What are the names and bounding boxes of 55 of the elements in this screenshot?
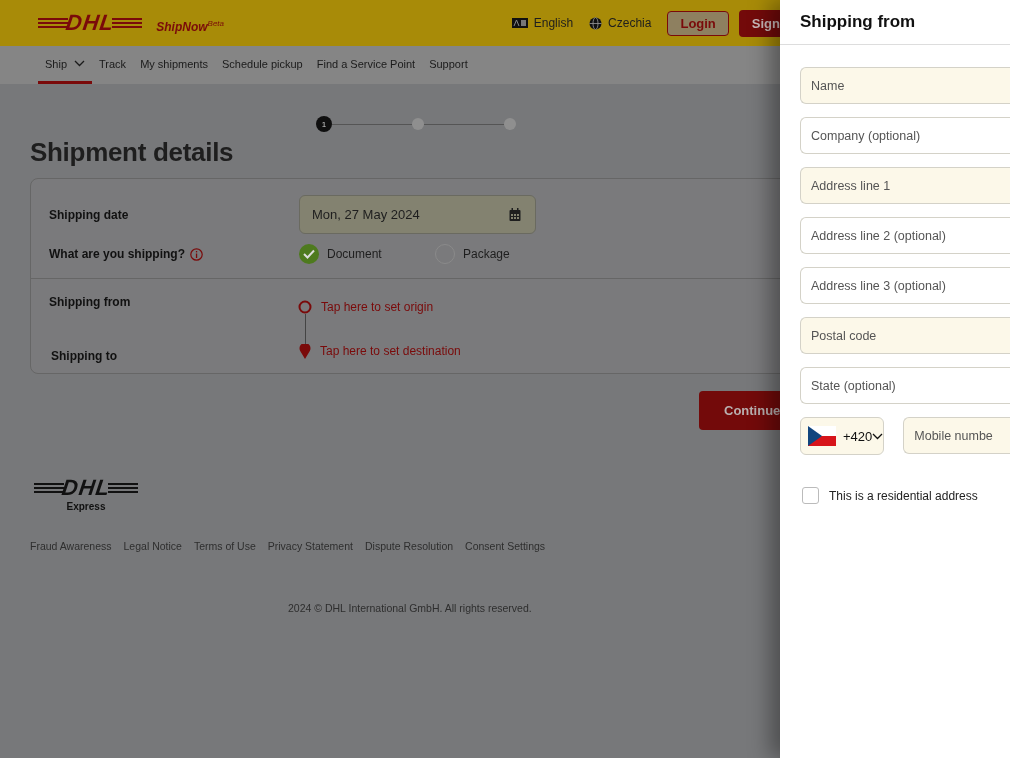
footer-link[interactable]: Legal Notice [123, 540, 182, 552]
info-icon [190, 247, 203, 261]
input-field[interactable]: Company (optional) [800, 117, 1010, 154]
sign-up-button[interactable]: Sign [738, 9, 780, 37]
field-label: What are you shipping? [49, 247, 185, 261]
phone-field[interactable]: Mobile numbe [903, 417, 1010, 454]
product-name: ShipNow$^{Beta}$ [156, 18, 224, 34]
field-label: Shipping from [49, 295, 132, 309]
step-marker: 1 [316, 116, 332, 132]
chevron-down-icon [872, 432, 884, 440]
radio-checked-icon[interactable] [299, 244, 319, 264]
nav-tab[interactable]: Find a Service Point [309, 46, 423, 84]
language-link[interactable]: English [533, 16, 574, 30]
continue-button[interactable]: Continue [699, 391, 780, 430]
footer-link[interactable]: Consent Settings [465, 540, 546, 552]
dhl-logo: DHL [33, 475, 139, 501]
destination-link[interactable]: Tap here to set destination [320, 344, 461, 358]
login-button[interactable]: Login [667, 10, 729, 36]
dhl-logo: DHL [38, 10, 143, 36]
field-label: Shipping date [49, 207, 130, 222]
nav-tab[interactable]: Support [422, 46, 475, 84]
input-field[interactable]: Address line 1 [800, 167, 1010, 204]
copyright-text: 2024 © DHL International GmbH. All rights reserved. [288, 602, 533, 614]
country-code-select[interactable]: +420 [800, 417, 885, 455]
footer-link[interactable]: Dispute Resolution [364, 540, 454, 552]
input-field[interactable]: Name [800, 67, 1010, 104]
origin-circle-icon [298, 299, 312, 314]
option-label[interactable]: Package [463, 247, 510, 261]
globe-icon [589, 16, 603, 30]
date-field[interactable]: Mon, 27 May 2024 [299, 195, 536, 234]
input-field[interactable]: Postal code [800, 317, 1010, 354]
panel-title: Shipping from [780, 0, 1010, 45]
nav-tab[interactable]: My shipments [133, 46, 215, 84]
checkbox[interactable] [802, 487, 819, 504]
czech-flag-icon [808, 426, 836, 446]
checkbox-label[interactable]: This is a residential address [829, 488, 978, 503]
option-label[interactable]: Document [327, 247, 382, 261]
page-title: Shipment details [30, 137, 235, 168]
country-link[interactable]: Czechia [608, 16, 652, 30]
input-field[interactable]: Address line 2 (optional) [800, 217, 1010, 254]
field-label: Shipping to [50, 348, 118, 363]
input-field[interactable]: Address line 3 (optional) [800, 267, 1010, 304]
nav-tab[interactable]: Track [92, 46, 134, 84]
origin-link[interactable]: Tap here to set origin [321, 299, 434, 314]
nav-tab[interactable]: Ship [38, 46, 93, 84]
calendar-icon [509, 208, 521, 221]
language-icon [511, 17, 528, 29]
location-pin-icon [299, 343, 311, 359]
footer-link[interactable]: Fraud Awareness [30, 540, 112, 552]
footer-link[interactable]: Privacy Statement [267, 540, 353, 552]
footer-link[interactable]: Terms of Use [193, 540, 256, 552]
nav-tab[interactable]: Schedule pickup [215, 46, 310, 84]
input-field[interactable]: State (optional) [800, 367, 1010, 404]
chevron-down-icon [74, 60, 86, 67]
logo-caption: Express [66, 501, 106, 512]
